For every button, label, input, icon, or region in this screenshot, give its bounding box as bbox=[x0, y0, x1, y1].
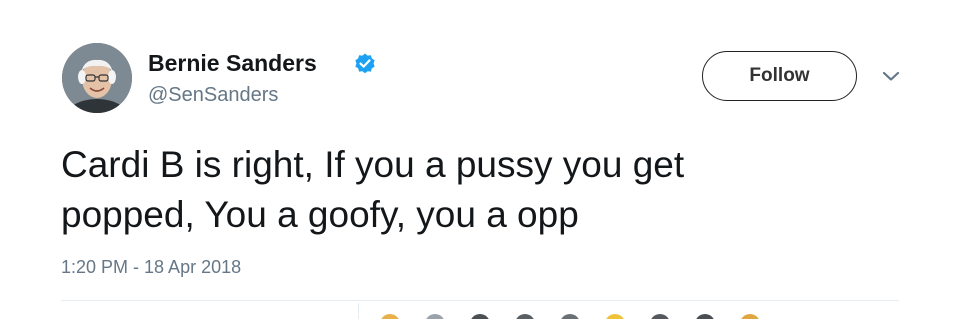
verified-badge-icon bbox=[355, 53, 375, 74]
liker-avatar[interactable] bbox=[470, 314, 490, 319]
user-handle[interactable]: @SenSanders bbox=[148, 84, 278, 107]
tweet-text-line-2: popped, You a goofy, you a opp bbox=[61, 194, 579, 235]
liker-avatar[interactable] bbox=[650, 314, 670, 319]
liker-avatar[interactable] bbox=[560, 314, 580, 319]
display-name[interactable]: Bernie Sanders bbox=[148, 50, 317, 77]
tweet-text: Cardi B is right, If you a pussy you get… bbox=[61, 140, 861, 240]
liker-avatar[interactable] bbox=[740, 314, 760, 319]
avatar-photo bbox=[62, 43, 132, 113]
chevron-down-icon[interactable] bbox=[880, 68, 902, 84]
tweet-card: Bernie Sanders @SenSanders Follow Cardi … bbox=[0, 0, 959, 319]
liker-avatar[interactable] bbox=[605, 314, 625, 319]
liker-avatar[interactable] bbox=[515, 314, 535, 319]
stats-divider bbox=[358, 303, 359, 319]
follow-button[interactable]: Follow bbox=[702, 51, 857, 101]
liker-avatar[interactable] bbox=[695, 314, 715, 319]
liker-avatar[interactable] bbox=[425, 314, 445, 319]
tweet-text-line-1: Cardi B is right, If you a pussy you get bbox=[61, 144, 685, 185]
tweet-timestamp[interactable]: 1:20 PM - 18 Apr 2018 bbox=[61, 257, 241, 278]
avatar[interactable] bbox=[62, 43, 132, 113]
divider bbox=[61, 300, 899, 301]
liker-avatar[interactable] bbox=[380, 314, 400, 319]
